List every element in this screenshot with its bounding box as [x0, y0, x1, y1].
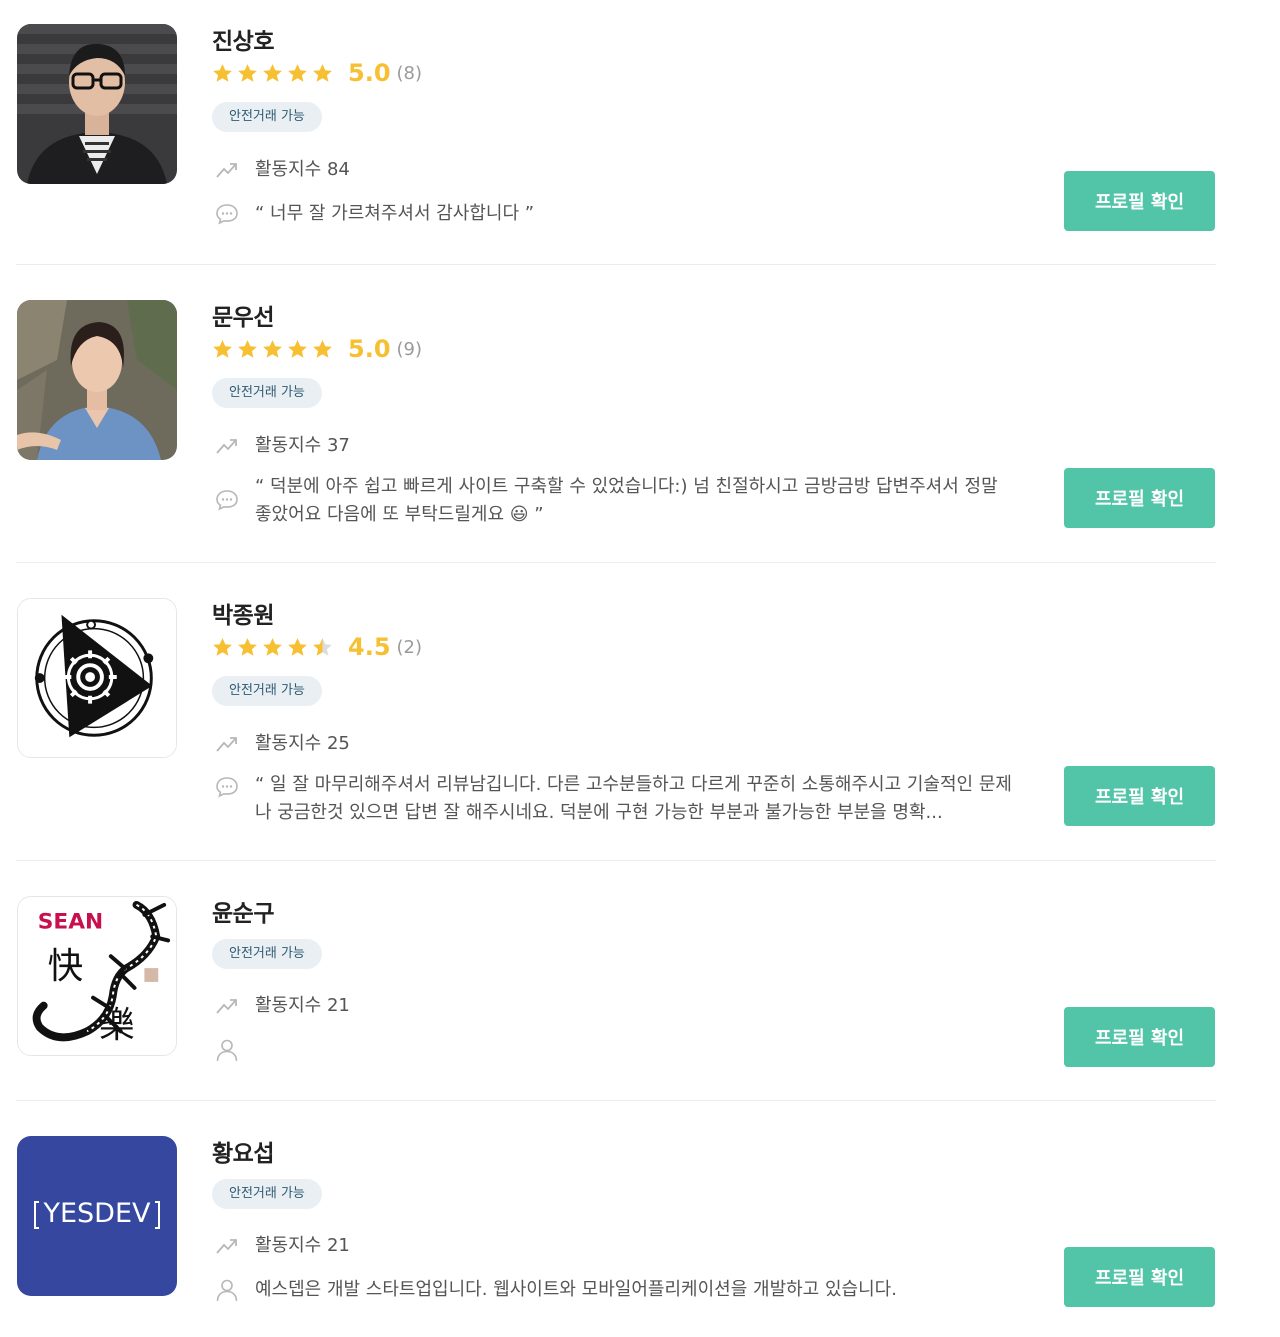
expert-card: YESDEV 황요섭 안전거래 가능 활동지수 21 예스뎁은 개발 스타트업입… — [16, 1101, 1216, 1337]
speech-bubble-icon — [214, 487, 240, 513]
rating-value: 5.0 — [348, 335, 391, 363]
activity-score: 활동지수 21 — [255, 995, 350, 1016]
avatar[interactable] — [17, 598, 177, 758]
activity-score: 활동지수 21 — [255, 1235, 350, 1256]
expert-name[interactable]: 황요섭 — [212, 1134, 274, 1168]
activity-score: 활동지수 84 — [255, 159, 350, 180]
review-quote: “ 일 잘 마무리해주셔서 리뷰남깁니다. 다른 고수분들하고 다르게 꾸준히 … — [255, 774, 1012, 823]
review-count: (9) — [396, 338, 423, 360]
avatar[interactable] — [17, 300, 177, 460]
activity-row: 활동지수 21 — [214, 1232, 350, 1260]
star-icon — [313, 339, 332, 358]
activity-row: 활동지수 25 — [214, 730, 350, 758]
review-quote: “ 너무 잘 가르쳐주셔서 감사합니다 ” — [255, 203, 535, 224]
review-row: “ 너무 잘 가르쳐주셔서 감사합니다 ” — [214, 200, 1015, 228]
profile-button[interactable]: 프로필 확인 — [1064, 1007, 1215, 1067]
star-icon — [263, 637, 282, 656]
expert-list: 진상호 5.0 (8) 안전거래 가능 활동지수 84 “ 너무 잘 가르쳐주셔… — [16, 0, 1216, 1337]
profile-button[interactable]: 프로필 확인 — [1064, 468, 1215, 528]
intro-row — [214, 1036, 255, 1063]
avatar[interactable]: SEAN 快 樂 — [17, 896, 177, 1056]
trend-up-icon — [214, 731, 240, 757]
svg-text:快: 快 — [48, 946, 84, 987]
trend-up-icon — [214, 993, 240, 1019]
safe-trade-badge: 안전거래 가능 — [212, 676, 322, 706]
yesdev-logo-text: YESDEV — [42, 1198, 151, 1229]
safe-trade-badge: 안전거래 가능 — [212, 1179, 322, 1209]
speech-bubble-icon — [214, 201, 240, 227]
star-icon — [263, 63, 282, 82]
review-row: “ 덕분에 아주 쉽고 빠르게 사이트 구축할 수 있었습니다:) 넘 친절하시… — [214, 473, 1015, 529]
avatar[interactable]: YESDEV — [17, 1136, 177, 1296]
activity-row: 활동지수 84 — [214, 156, 350, 184]
star-icon — [288, 339, 307, 358]
expert-name[interactable]: 박종원 — [212, 596, 274, 630]
rating-value: 4.5 — [348, 633, 391, 661]
activity-row: 활동지수 37 — [214, 432, 350, 460]
activity-row: 활동지수 21 — [214, 992, 350, 1020]
expert-card: SEAN 快 樂 윤순구 안전거래 가능 활동지수 21 프로필 확인 — [16, 861, 1216, 1101]
safe-trade-badge: 안전거래 가능 — [212, 939, 322, 969]
expert-card: 문우선 5.0 (9) 안전거래 가능 활동지수 37 “ 덕분에 아주 쉽고 … — [16, 265, 1216, 563]
activity-score: 활동지수 25 — [255, 733, 350, 754]
expert-name[interactable]: 문우선 — [212, 298, 274, 332]
avatar[interactable] — [17, 24, 177, 184]
review-row: “ 일 잘 마무리해주셔서 리뷰남깁니다. 다른 고수분들하고 다르게 꾸준히 … — [214, 771, 1015, 827]
trend-up-icon — [214, 1233, 240, 1259]
expert-intro: 예스뎁은 개발 스타트업입니다. 웹사이트와 모바일어플리케이션을 개발하고 있… — [255, 1279, 897, 1300]
star-icon — [213, 339, 232, 358]
star-rating — [211, 338, 334, 361]
star-icon — [288, 637, 307, 656]
safe-trade-badge: 안전거래 가능 — [212, 102, 322, 132]
safe-trade-badge: 안전거래 가능 — [212, 378, 322, 408]
trend-up-icon — [214, 157, 240, 183]
svg-text:樂: 樂 — [99, 1005, 135, 1046]
person-icon — [214, 1277, 240, 1303]
logo-image: YESDEV — [17, 1136, 177, 1296]
expert-card: 진상호 5.0 (8) 안전거래 가능 활동지수 84 “ 너무 잘 가르쳐주셔… — [16, 0, 1216, 265]
rating: 5.0 (9) — [211, 335, 422, 363]
review-count: (8) — [396, 62, 423, 84]
expert-name[interactable]: 진상호 — [212, 22, 274, 56]
person-icon — [214, 1037, 240, 1063]
rating: 4.5 (2) — [211, 633, 422, 661]
profile-button[interactable]: 프로필 확인 — [1064, 1247, 1215, 1307]
star-icon — [263, 339, 282, 358]
logo-image — [18, 599, 176, 757]
profile-button[interactable]: 프로필 확인 — [1064, 171, 1215, 231]
intro-row: 예스뎁은 개발 스타트업입니다. 웹사이트와 모바일어플리케이션을 개발하고 있… — [214, 1276, 897, 1304]
star-rating — [211, 636, 334, 659]
activity-score: 활동지수 37 — [255, 435, 350, 456]
star-icon — [238, 339, 257, 358]
trend-up-icon — [214, 433, 240, 459]
expert-name[interactable]: 윤순구 — [212, 894, 274, 928]
logo-image: SEAN 快 樂 — [18, 897, 176, 1055]
profile-button[interactable]: 프로필 확인 — [1064, 766, 1215, 826]
star-icon — [288, 63, 307, 82]
star-icon — [213, 63, 232, 82]
rating-value: 5.0 — [348, 59, 391, 87]
star-icon — [238, 63, 257, 82]
star-icon — [313, 63, 332, 82]
speech-bubble-icon — [214, 774, 240, 800]
star-icon — [213, 637, 232, 656]
sean-logo-text: SEAN — [38, 910, 103, 935]
expert-card: 박종원 4.5 (2) 안전거래 가능 활동지수 25 “ 일 잘 마무리해주셔… — [16, 563, 1216, 861]
review-quote: “ 덕분에 아주 쉽고 빠르게 사이트 구축할 수 있었습니다:) 넘 친절하시… — [255, 476, 998, 525]
star-icon — [238, 637, 257, 656]
star-rating — [211, 62, 334, 85]
rating: 5.0 (8) — [211, 59, 422, 87]
profile-photo — [17, 300, 177, 460]
profile-photo — [17, 24, 177, 184]
review-count: (2) — [396, 636, 423, 658]
star-icon — [313, 637, 332, 656]
